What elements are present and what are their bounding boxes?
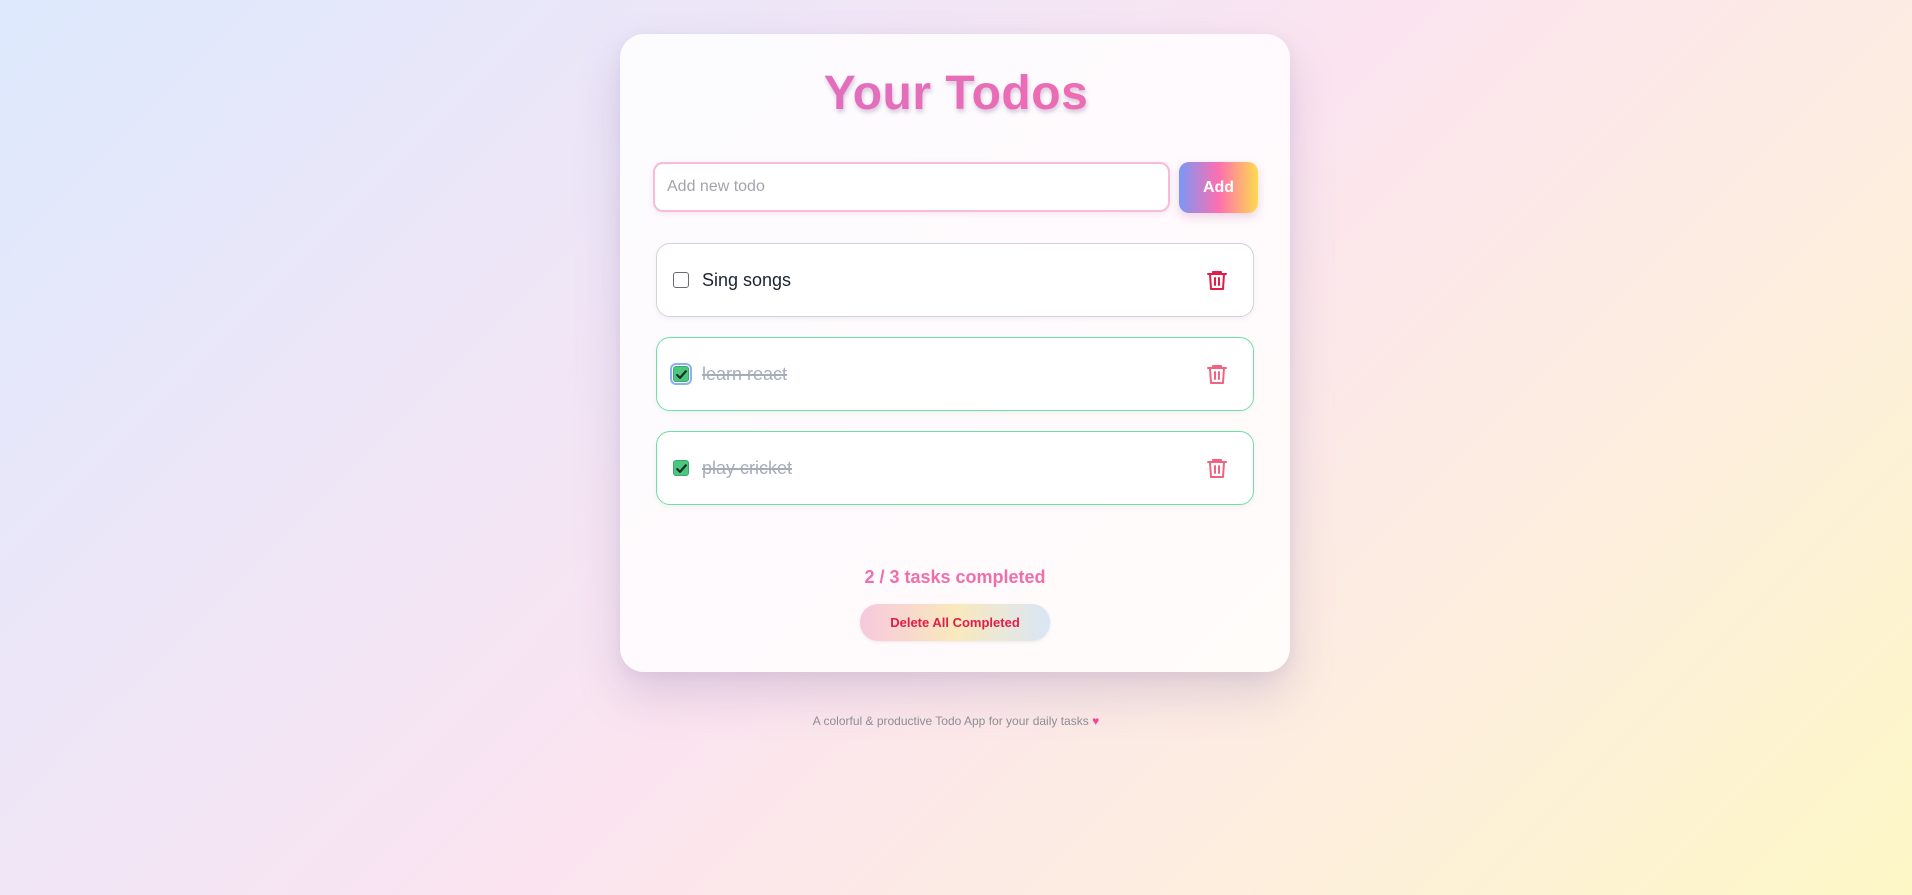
trash-icon[interactable] bbox=[1205, 362, 1229, 386]
new-todo-input[interactable] bbox=[653, 162, 1170, 212]
todo-checkbox[interactable] bbox=[673, 272, 689, 288]
todo-checkbox[interactable] bbox=[673, 460, 689, 476]
heart-icon: ♥ bbox=[1092, 714, 1100, 728]
add-button[interactable]: Add bbox=[1179, 162, 1258, 213]
trash-icon[interactable] bbox=[1205, 456, 1229, 480]
footer-text: A colorful & productive Todo App for you… bbox=[812, 714, 1089, 728]
check-icon bbox=[676, 370, 687, 379]
completion-summary: 2 / 3 tasks completed bbox=[864, 567, 1046, 587]
todo-text: Sing songs bbox=[702, 270, 792, 290]
check-icon bbox=[676, 464, 687, 473]
todo-text: learn react bbox=[702, 364, 788, 384]
todo-item: play cricket bbox=[656, 431, 1254, 505]
todo-checkbox[interactable] bbox=[670, 363, 692, 385]
delete-all-completed-button[interactable]: Delete All Completed bbox=[860, 604, 1050, 641]
todo-text: play cricket bbox=[702, 458, 793, 478]
todo-item: learn react bbox=[656, 337, 1254, 411]
trash-icon[interactable] bbox=[1205, 268, 1229, 292]
page-title: Your Todos bbox=[0, 64, 1912, 124]
footer: A colorful & productive Todo App for you… bbox=[0, 714, 1912, 728]
todo-item: Sing songs bbox=[656, 243, 1254, 317]
